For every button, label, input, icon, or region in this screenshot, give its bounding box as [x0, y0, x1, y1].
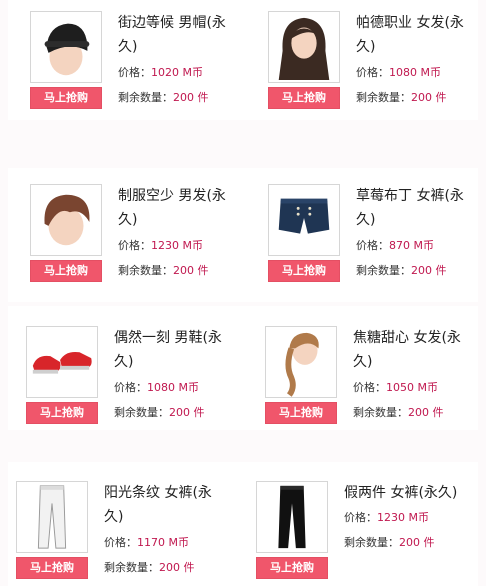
- price-label: 价格：: [356, 239, 389, 252]
- stock-label: 剩余数量：: [104, 561, 159, 574]
- product-title[interactable]: 假两件 女裤(永久): [344, 481, 474, 505]
- stock-line: 剩余数量：200 件: [353, 406, 444, 420]
- stock-label: 剩余数量：: [118, 91, 173, 104]
- stock-label: 剩余数量：: [114, 406, 169, 419]
- price-line: 价格：1080 M币: [356, 66, 441, 80]
- product-title[interactable]: 焦糖甜心 女发(永久): [353, 326, 469, 374]
- stock-line: 剩余数量：200 件: [344, 536, 435, 550]
- price-value: 870: [389, 239, 410, 252]
- currency-label: M币: [168, 536, 190, 549]
- product-title[interactable]: 帕德职业 女发(永久): [356, 11, 472, 59]
- stock-line: 剩余数量：200 件: [356, 91, 447, 105]
- currency-label: M币: [178, 381, 200, 394]
- stock-value: 200: [173, 264, 194, 277]
- price-value: 1080: [147, 381, 175, 394]
- price-label: 价格：: [356, 66, 389, 79]
- product-thumbnail[interactable]: [30, 184, 102, 256]
- price-line: 价格：1230 M币: [344, 511, 429, 525]
- male-hair-icon: [44, 194, 90, 246]
- stock-unit: 件: [193, 406, 205, 419]
- currency-label: M币: [182, 239, 204, 252]
- male-cap-icon: [44, 23, 90, 76]
- price-label: 价格：: [118, 66, 151, 79]
- stock-label: 剩余数量：: [356, 91, 411, 104]
- currency-label: M币: [417, 381, 439, 394]
- stock-unit: 件: [183, 561, 195, 574]
- price-value: 1230: [151, 239, 179, 252]
- price-value: 1050: [386, 381, 414, 394]
- stock-line: 剩余数量：200 件: [104, 561, 195, 575]
- price-label: 价格：: [353, 381, 386, 394]
- price-value: 1020: [151, 66, 179, 79]
- product-thumbnail[interactable]: [268, 184, 340, 256]
- price-label: 价格：: [344, 511, 377, 524]
- product-thumbnail[interactable]: [26, 326, 98, 398]
- stock-value: 200: [399, 536, 420, 549]
- buy-now-button[interactable]: 马上抢购: [30, 260, 102, 282]
- currency-label: M币: [408, 511, 430, 524]
- stock-label: 剩余数量：: [344, 536, 399, 549]
- price-value: 1230: [377, 511, 405, 524]
- buy-now-button[interactable]: 马上抢购: [268, 260, 340, 282]
- price-label: 价格：: [114, 381, 147, 394]
- stock-line: 剩余数量：200 件: [356, 264, 447, 278]
- currency-label: M币: [420, 66, 442, 79]
- currency-label: M币: [413, 239, 435, 252]
- black-pants-icon: [278, 485, 306, 549]
- price-line: 价格：1230 M币: [118, 239, 203, 253]
- stock-value: 200: [169, 406, 190, 419]
- price-line: 价格：1020 M币: [118, 66, 203, 80]
- stock-unit: 件: [432, 406, 444, 419]
- female-long-hair-icon: [278, 17, 330, 81]
- price-line: 价格：1170 M币: [104, 536, 189, 550]
- price-label: 价格：: [118, 239, 151, 252]
- price-line: 价格：870 M币: [356, 239, 434, 253]
- stock-unit: 件: [423, 536, 435, 549]
- price-line: 价格：1050 M币: [353, 381, 438, 395]
- stock-value: 200: [411, 264, 432, 277]
- price-value: 1080: [389, 66, 417, 79]
- stock-value: 200: [411, 91, 432, 104]
- stock-value: 200: [173, 91, 194, 104]
- stock-unit: 件: [435, 264, 447, 277]
- denim-shorts-icon: [278, 198, 330, 234]
- buy-now-button[interactable]: 马上抢购: [16, 557, 88, 579]
- buy-now-button[interactable]: 马上抢购: [265, 402, 337, 424]
- stock-unit: 件: [197, 91, 209, 104]
- stock-label: 剩余数量：: [353, 406, 408, 419]
- product-title[interactable]: 草莓布丁 女裤(永久): [356, 184, 472, 232]
- product-title[interactable]: 街边等候 男帽(永久): [118, 11, 242, 59]
- stock-label: 剩余数量：: [118, 264, 173, 277]
- product-title[interactable]: 制服空少 男发(永久): [118, 184, 242, 232]
- braided-hair-icon: [285, 332, 319, 397]
- product-thumbnail[interactable]: [30, 11, 102, 83]
- product-title[interactable]: 偶然一刻 男鞋(永久): [114, 326, 238, 374]
- product-thumbnail[interactable]: [16, 481, 88, 553]
- buy-now-button[interactable]: 马上抢购: [256, 557, 328, 579]
- stock-value: 200: [408, 406, 429, 419]
- stock-unit: 件: [435, 91, 447, 104]
- stock-label: 剩余数量：: [356, 264, 411, 277]
- product-thumbnail[interactable]: [265, 326, 337, 398]
- price-line: 价格：1080 M币: [114, 381, 199, 395]
- stock-value: 200: [159, 561, 180, 574]
- product-thumbnail[interactable]: [256, 481, 328, 553]
- white-pants-icon: [37, 485, 67, 549]
- stock-line: 剩余数量：200 件: [118, 264, 209, 278]
- product-title[interactable]: 阳光条纹 女裤(永久): [104, 481, 228, 529]
- currency-label: M币: [182, 66, 204, 79]
- buy-now-button[interactable]: 马上抢购: [268, 87, 340, 109]
- red-sneakers-icon: [32, 351, 92, 374]
- price-label: 价格：: [104, 536, 137, 549]
- buy-now-button[interactable]: 马上抢购: [30, 87, 102, 109]
- buy-now-button[interactable]: 马上抢购: [26, 402, 98, 424]
- stock-line: 剩余数量：200 件: [118, 91, 209, 105]
- stock-unit: 件: [197, 264, 209, 277]
- stock-line: 剩余数量：200 件: [114, 406, 205, 420]
- price-value: 1170: [137, 536, 165, 549]
- product-thumbnail[interactable]: [268, 11, 340, 83]
